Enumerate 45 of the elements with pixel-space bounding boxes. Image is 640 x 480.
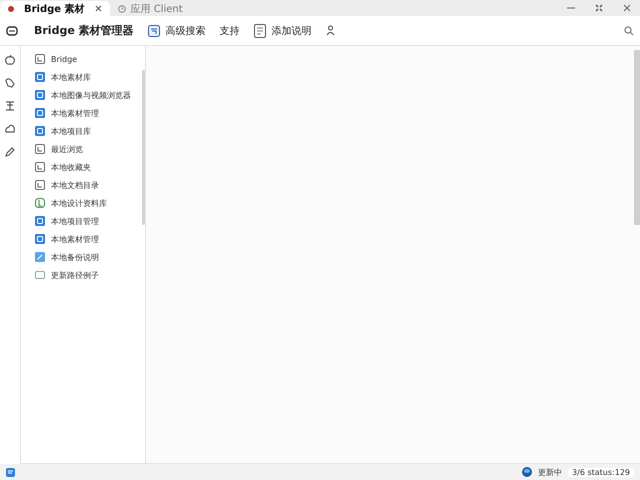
toolbar-link[interactable]: 高级搜索 [166, 24, 206, 38]
restore-icon[interactable] [594, 3, 604, 13]
sidebar-item[interactable]: 本地素材管理 [21, 104, 145, 122]
app-title: Bridge 素材管理器 [34, 23, 134, 38]
sidebar-item[interactable]: 本地文档目录 [21, 176, 145, 194]
chat-icon[interactable] [6, 468, 15, 476]
sidebar-item[interactable]: 本地收藏夹 [21, 158, 145, 176]
file-icon [35, 54, 45, 64]
file-icon [35, 144, 45, 154]
cloud-icon[interactable] [4, 123, 16, 135]
dot-icon [8, 6, 14, 12]
calendar-icon[interactable] [148, 24, 160, 36]
app-logo-icon [6, 24, 18, 36]
scrollbar[interactable] [142, 70, 145, 225]
scrollbar[interactable] [634, 50, 640, 225]
pencil-icon[interactable] [4, 146, 16, 158]
sidebar-item[interactable]: 更新路径例子 [21, 266, 145, 284]
toolbar-link[interactable]: 添加说明 [272, 24, 312, 38]
sidebar-item[interactable]: 本地项目管理 [21, 212, 145, 230]
status-text: 3/6 status:129 [568, 468, 634, 476]
file-icon [35, 252, 45, 262]
browser-tab[interactable]: Bridge 素材 [0, 1, 110, 16]
sidebar-item[interactable]: 本地项目库 [21, 122, 145, 140]
close-icon[interactable] [622, 3, 632, 13]
close-icon[interactable] [94, 5, 102, 12]
globe-icon [522, 467, 532, 477]
document-icon[interactable] [254, 24, 266, 38]
search-icon[interactable] [624, 26, 634, 36]
file-icon [35, 162, 45, 172]
sidebar-item[interactable]: 本地素材库 [21, 68, 145, 86]
sidebar-item[interactable]: 本地设计资料库 [21, 194, 145, 212]
browser-tab[interactable]: 应用 Client [110, 1, 191, 16]
clock-icon [118, 4, 126, 12]
file-icon [35, 180, 45, 190]
toolbar-link[interactable]: 支持 [220, 24, 240, 38]
file-icon [35, 198, 45, 208]
apple-icon[interactable] [4, 54, 16, 66]
status-text: 更新中 [538, 466, 562, 478]
sidebar-item[interactable]: 最近浏览 [21, 140, 145, 158]
sidebar-item[interactable]: 本地备份说明 [21, 248, 145, 266]
file-icon [35, 270, 45, 280]
sidebar-item[interactable]: Bridge [21, 50, 145, 68]
person-icon[interactable] [326, 25, 335, 36]
sidebar-item[interactable]: 本地图像与视频浏览器 [21, 86, 145, 104]
sidebar-item[interactable]: 本地素材管理 [21, 230, 145, 248]
